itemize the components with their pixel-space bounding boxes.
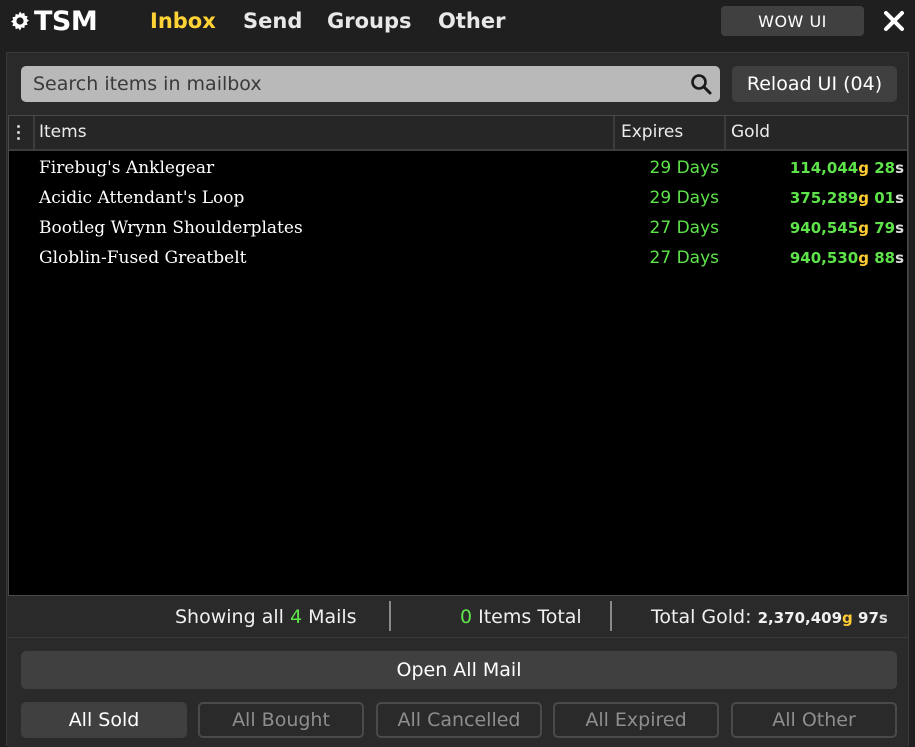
gold-amount: 375,289 [789, 189, 859, 207]
tab-other[interactable]: Other [438, 6, 505, 36]
silver-unit: s [895, 159, 904, 177]
table-row[interactable]: Firebug's Anklegear 29 Days 114,044g 28s [9, 153, 907, 183]
items-count: 0 [460, 606, 473, 628]
column-header-expires[interactable]: Expires [621, 116, 683, 149]
filter-all-bought-button[interactable]: All Bought [198, 702, 364, 738]
tsm-logo: TSM [8, 5, 98, 37]
column-divider [33, 116, 35, 149]
expires-value: 27 Days [649, 248, 719, 268]
silver-amount: 88 [874, 249, 896, 267]
gold-unit: g [858, 219, 869, 237]
gold-amount: 114,044 [789, 159, 859, 177]
filter-all-sold-button[interactable]: All Sold [21, 702, 187, 738]
table-row[interactable]: Acidic Attendant's Loop 29 Days 375,289g… [9, 183, 907, 213]
column-header-gold[interactable]: Gold [731, 116, 770, 149]
silver-amount: 28 [874, 159, 896, 177]
gold-value: 375,289g 01s [724, 183, 904, 213]
item-name: Firebug's Anklegear [39, 158, 215, 178]
mail-table: Items Expires Gold Firebug's Anklegear 2… [8, 115, 908, 596]
status-bar: Showing all 4 Mails 0 Items Total Total … [8, 597, 908, 637]
showing-suffix: Mails [302, 606, 357, 628]
logo-text: TSM [34, 5, 98, 37]
search-input[interactable]: Search items in mailbox [21, 66, 720, 102]
items-suffix: Items Total [472, 606, 582, 628]
total-gold-label: Total Gold: [651, 606, 752, 628]
column-divider [724, 116, 726, 149]
title-bar: TSM Inbox Send Groups Other WOW UI [0, 0, 915, 42]
gold-unit: g [858, 189, 869, 207]
item-name: Bootleg Wrynn Shoulderplates [39, 218, 303, 238]
status-divider [389, 601, 391, 631]
filter-all-cancelled-button[interactable]: All Cancelled [376, 702, 542, 738]
table-header: Items Expires Gold [9, 116, 907, 151]
silver-unit: s [895, 189, 904, 207]
column-menu-icon[interactable] [17, 125, 21, 143]
expires-value: 29 Days [649, 188, 719, 208]
tab-send[interactable]: Send [243, 6, 302, 36]
column-divider [613, 116, 615, 149]
open-all-mail-button[interactable]: Open All Mail [21, 651, 897, 689]
close-icon [884, 11, 904, 31]
showing-prefix: Showing all [175, 606, 290, 628]
total-silver-unit: s [878, 609, 888, 627]
gold-amount: 940,530 [789, 249, 859, 267]
status-divider [610, 601, 612, 631]
silver-unit: s [895, 219, 904, 237]
table-row[interactable]: Globlin-Fused Greatbelt 27 Days 940,530g… [9, 243, 907, 273]
gold-value: 940,530g 88s [724, 243, 904, 273]
reload-ui-button[interactable]: Reload UI (04) [732, 66, 897, 102]
silver-unit: s [895, 249, 904, 267]
table-row[interactable]: Bootleg Wrynn Shoulderplates 27 Days 940… [9, 213, 907, 243]
item-name: Acidic Attendant's Loop [39, 188, 245, 208]
expires-value: 29 Days [649, 158, 719, 178]
close-button[interactable] [880, 8, 908, 34]
gold-amount: 940,545 [789, 219, 859, 237]
expires-value: 27 Days [649, 218, 719, 238]
gear-icon [11, 11, 29, 31]
item-name: Globlin-Fused Greatbelt [39, 248, 247, 268]
silver-amount: 79 [874, 219, 896, 237]
search-icon[interactable] [690, 73, 712, 95]
search-placeholder: Search items in mailbox [33, 73, 262, 95]
gold-unit: g [858, 159, 869, 177]
silver-amount: 01 [874, 189, 896, 207]
wow-ui-button[interactable]: WOW UI [721, 6, 864, 36]
tab-inbox[interactable]: Inbox [150, 6, 216, 36]
column-header-items[interactable]: Items [39, 116, 87, 149]
gold-value: 940,545g 79s [724, 213, 904, 243]
total-gold-text: Total Gold: 2,370,409g 97s [651, 597, 888, 637]
filter-all-expired-button[interactable]: All Expired [553, 702, 719, 738]
gold-unit: g [858, 249, 869, 267]
mail-count: 4 [289, 606, 303, 628]
filter-all-other-button[interactable]: All Other [731, 702, 897, 738]
total-gold-amount: 2,370,409 [757, 609, 843, 627]
items-total-text: 0 Items Total [460, 597, 582, 637]
total-gold-value: 2,370,409g 97s [758, 609, 888, 627]
mail-count-text: Showing all 4 Mails [175, 597, 357, 637]
tab-groups[interactable]: Groups [327, 6, 412, 36]
total-silver-amount: 97 [858, 609, 879, 627]
gold-value: 114,044g 28s [724, 153, 904, 183]
total-gold-unit: g [842, 609, 853, 627]
